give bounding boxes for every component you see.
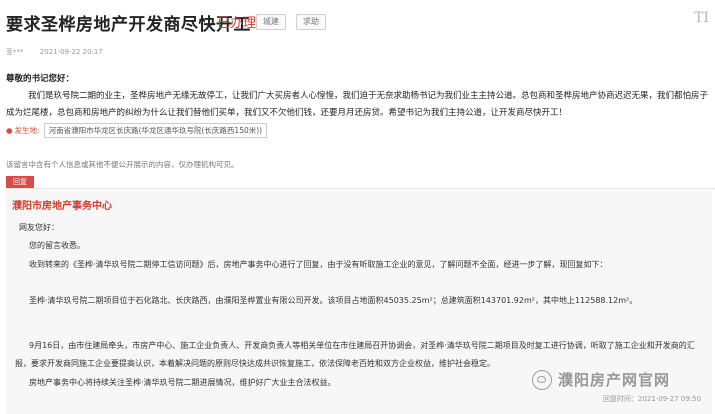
reply-paragraph-4: 9月16日，由市住建局牵头，市房产中心、施工企业负责人、开发商负责人等相关单位在…: [15, 341, 695, 368]
wechat-official-icon: [532, 369, 552, 390]
tag-city-construction[interactable]: 城建: [256, 14, 286, 30]
reply-paragraph-1: 您的留言收悉。: [29, 241, 85, 250]
author-name: 圣***: [6, 48, 24, 56]
status-badge: 已办理: [217, 16, 257, 31]
site-logo-mark: TI: [694, 10, 709, 26]
privacy-notice: 该留言中含有个人信息或其他不便公开展示的内容，仅办理机构可见。: [6, 160, 239, 169]
post-time: 2021-09-22 20:17: [39, 48, 103, 56]
reply-department: 濮阳市房地产事务中心: [12, 201, 112, 212]
reply-paragraph-3: 圣桦·清华玖号院二期项目位于石化路北、长庆路西，由濮阳圣桦置业有限公司开发。该项…: [29, 296, 638, 305]
reply-tab[interactable]: 回复: [6, 176, 34, 188]
message-body: 我们是玖号院二期的业主，圣桦房地产无缘无故停工，让我们广大买房者人心惶惶，我们迫…: [6, 91, 709, 118]
message-greeting: 尊敬的书记您好：: [6, 74, 75, 84]
reply-greeting: 网友您好：: [19, 223, 59, 232]
reply-time: 回复时间：2021-09-27 09:50: [603, 395, 702, 403]
location-label: 发生地:: [14, 126, 40, 135]
reply-paragraph-2: 收到转来的《圣桦·清华玖号院二期停工信访问题》后，房地产事务中心进行了回复，由于…: [29, 260, 608, 269]
location-pin-icon: ●: [6, 126, 13, 135]
page-title: 要求圣桦房地产开发商尽快开工: [6, 15, 251, 35]
location-row: ● 发生地: 河南省濮阳市华龙区长庆路(华龙区通华玖号院(长庆路西150米)): [6, 123, 268, 138]
reply-divider: [6, 188, 715, 189]
tag-help[interactable]: 求助: [296, 14, 326, 30]
watermark-text: 濮阳房产网官网: [558, 371, 671, 389]
location-value: 河南省濮阳市华龙区长庆路(华龙区通华玖号院(长庆路西150米)): [43, 123, 268, 138]
message-meta: 圣*** 2021-09-22 20:17: [6, 47, 103, 57]
reply-paragraph-5: 房地产事务中心将持续关注圣桦·清华玖号院二期进展情况，维护好广大业主合法权益。: [29, 378, 336, 387]
watermark: 濮阳房产网官网: [532, 369, 670, 390]
